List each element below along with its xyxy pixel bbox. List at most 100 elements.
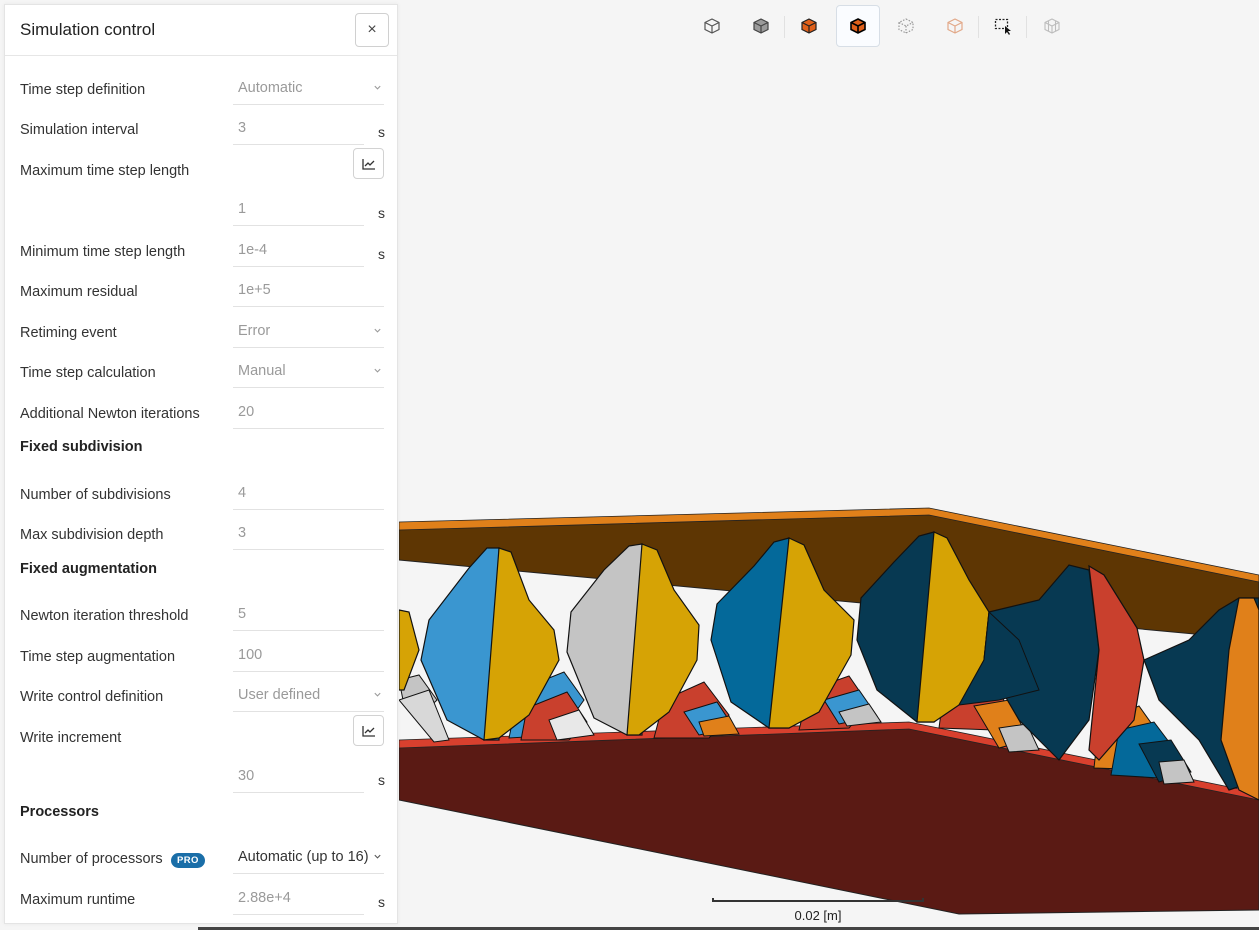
solid-cube-icon (752, 18, 769, 34)
simulation-control-panel: Simulation control × Time step definitio… (4, 4, 398, 924)
chevron-down-icon (374, 368, 381, 373)
row-write-increment-value: 30 s (5, 758, 397, 798)
minimum-time-step-length-input[interactable]: 1e-4 (233, 232, 364, 267)
maximum-runtime-label: Maximum runtime (20, 892, 136, 908)
faded-cube-icon (946, 18, 963, 34)
row-maximum-time-step-value: 1 s (5, 191, 397, 231)
box-select-icon (994, 18, 1011, 35)
retiming-event-select[interactable]: Error (233, 313, 384, 348)
solid-view-button[interactable] (739, 5, 785, 47)
maximum-time-step-length-input[interactable]: 1 (233, 191, 364, 226)
retiming-event-label: Retiming event (20, 325, 117, 341)
3d-viewport[interactable]: 0.02 [m] (399, 0, 1259, 930)
maximum-runtime-unit: s (378, 894, 385, 910)
number-of-subdivisions-label: Number of subdivisions (20, 487, 171, 503)
mesh-view-button[interactable] (1030, 5, 1074, 47)
number-of-subdivisions-input[interactable]: 4 (233, 475, 384, 510)
additional-newton-iterations-label: Additional Newton iterations (20, 406, 200, 422)
chevron-down-icon (374, 85, 381, 90)
panel-title: Simulation control (20, 20, 156, 39)
minimum-time-step-length-unit: s (378, 246, 385, 262)
maximum-runtime-input[interactable]: 2.88e+4 (233, 880, 364, 915)
maximum-time-step-length-label: Maximum time step length (20, 163, 190, 179)
row-max-subdivision-depth: Max subdivision depth 3 (5, 515, 397, 555)
row-maximum-residual: Maximum residual 1e+5 (5, 272, 397, 312)
write-control-definition-value: User defined (238, 687, 321, 703)
wireframe-cube-icon (704, 18, 720, 34)
simulation-interval-value: 3 (238, 120, 247, 136)
additional-newton-iterations-value: 20 (238, 404, 255, 420)
pro-badge: PRO (171, 853, 205, 868)
colored-view-button[interactable] (787, 5, 831, 47)
time-step-augmentation-label: Time step augmentation (20, 649, 176, 665)
orange-cube-icon (801, 18, 817, 34)
disabled-cube-icon (1043, 18, 1060, 34)
newton-iteration-threshold-label: Newton iteration threshold (20, 608, 189, 624)
colored-edges-view-button[interactable] (835, 5, 880, 47)
write-increment-input[interactable]: 30 (233, 758, 364, 793)
box-select-button[interactable] (981, 5, 1027, 47)
close-icon: × (367, 21, 377, 38)
maximum-residual-input[interactable]: 1e+5 (233, 272, 384, 307)
fixed-subdivision-heading: Fixed subdivision (20, 439, 143, 455)
row-number-of-subdivisions: Number of subdivisions 4 (5, 475, 397, 515)
chevron-down-icon (374, 854, 381, 859)
scale-bar-line (712, 898, 924, 902)
points-view-button[interactable] (884, 5, 928, 47)
time-step-calculation-select[interactable]: Manual (233, 353, 384, 388)
view-toolbar (690, 4, 1078, 48)
maximum-time-step-length-value: 1 (238, 201, 247, 217)
number-of-processors-label: Number of processors (20, 851, 163, 867)
maximum-time-step-length-unit: s (378, 205, 385, 221)
maximum-time-step-graph-button[interactable] (353, 148, 384, 179)
row-write-control-definition: Write control definition User defined (5, 677, 397, 717)
maximum-residual-label: Maximum residual (20, 284, 138, 300)
wireframe-view-button[interactable] (690, 5, 734, 47)
maximum-residual-value: 1e+5 (238, 282, 271, 298)
chevron-down-icon (374, 692, 381, 697)
number-of-processors-value: Automatic (up to 16) (238, 849, 369, 865)
transparent-view-button[interactable] (933, 5, 979, 47)
minimum-time-step-length-label: Minimum time step length (20, 244, 186, 260)
simulation-interval-label: Simulation interval (20, 122, 139, 138)
write-increment-unit: s (378, 772, 385, 788)
row-time-step-calculation: Time step calculation Manual (5, 353, 397, 393)
row-number-of-processors: Number of processors PRO Automatic (up t… (5, 839, 397, 879)
write-control-definition-select[interactable]: User defined (233, 677, 384, 712)
row-maximum-runtime: Maximum runtime 2.88e+4 s (5, 880, 397, 920)
row-time-step-definition: Time step definition Automatic (5, 70, 397, 110)
time-step-definition-select[interactable]: Automatic (233, 70, 384, 105)
chart-icon (361, 158, 375, 170)
simulation-interval-input[interactable]: 3 (233, 110, 364, 145)
time-step-calculation-label: Time step calculation (20, 365, 156, 381)
write-increment-value: 30 (238, 768, 255, 784)
dotted-cube-icon (898, 18, 914, 34)
row-minimum-time-step-length: Minimum time step length 1e-4 s (5, 232, 397, 272)
number-of-processors-select[interactable]: Automatic (up to 16) (233, 839, 384, 874)
write-increment-label: Write increment (20, 730, 122, 746)
row-retiming-event: Retiming event Error (5, 313, 397, 353)
scale-bar-label: 0.02 [m] (794, 908, 842, 923)
time-step-augmentation-input[interactable]: 100 (233, 637, 384, 672)
chevron-down-icon (374, 328, 381, 333)
close-button[interactable]: × (355, 13, 389, 47)
newton-iteration-threshold-value: 5 (238, 606, 247, 622)
additional-newton-iterations-input[interactable]: 20 (233, 394, 384, 429)
newton-iteration-threshold-input[interactable]: 5 (233, 596, 384, 631)
chart-icon (361, 725, 375, 737)
number-of-subdivisions-value: 4 (238, 485, 247, 501)
retiming-event-value: Error (238, 323, 271, 339)
row-additional-newton-iterations: Additional Newton iterations 20 (5, 394, 397, 434)
orange-cube-edges-icon (849, 18, 866, 34)
row-simulation-interval: Simulation interval 3 s (5, 110, 397, 150)
max-subdivision-depth-input[interactable]: 3 (233, 515, 384, 550)
row-write-increment: Write increment (5, 715, 397, 758)
write-control-definition-label: Write control definition (20, 689, 164, 705)
model-render (399, 507, 1259, 915)
time-step-augmentation-value: 100 (238, 647, 263, 663)
row-maximum-time-step-length: Maximum time step length (5, 148, 397, 191)
maximum-runtime-value: 2.88e+4 (238, 890, 291, 906)
scale-bar: 0.02 [m] (712, 896, 924, 926)
panel-header: Simulation control × (5, 5, 397, 56)
write-increment-graph-button[interactable] (353, 715, 384, 746)
